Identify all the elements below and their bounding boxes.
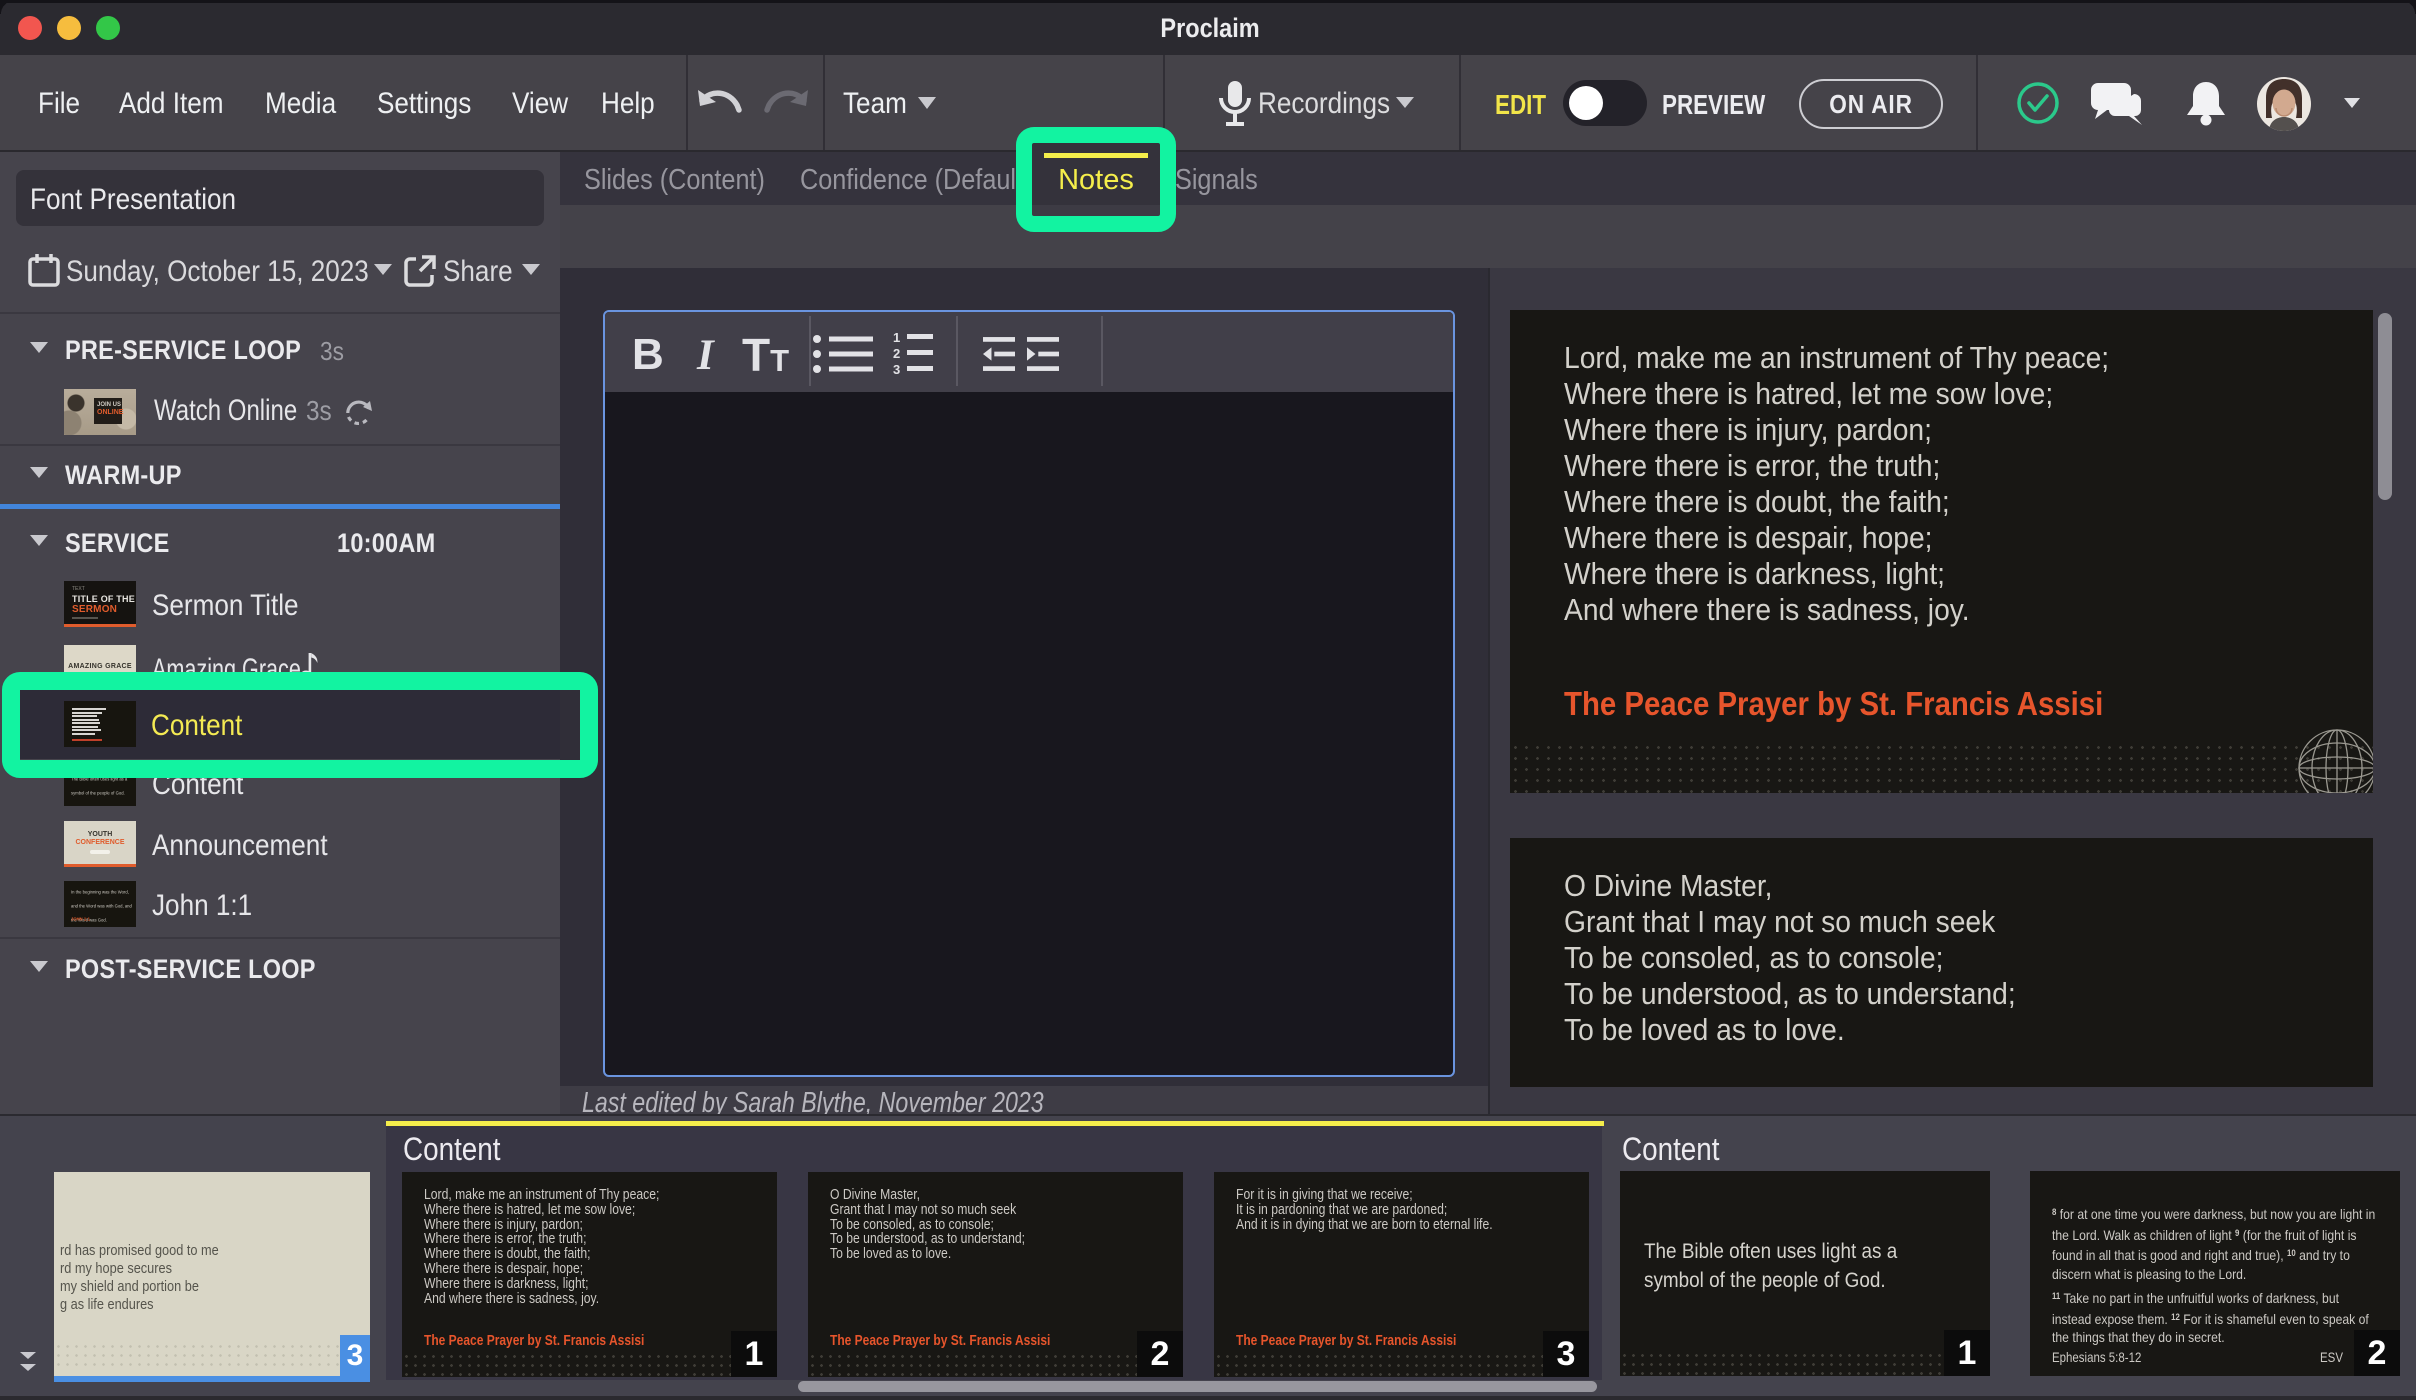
svg-text:2: 2 (893, 346, 900, 361)
svg-text:1: 1 (893, 331, 900, 345)
svg-text:3: 3 (893, 362, 900, 377)
